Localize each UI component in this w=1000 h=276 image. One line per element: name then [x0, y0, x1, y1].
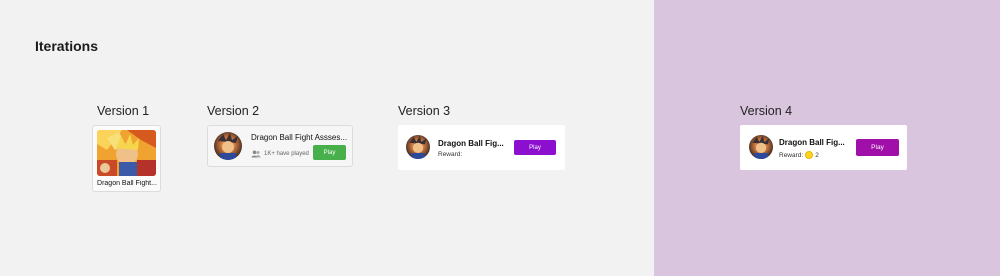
game-name: Dragon Ball Fig...: [779, 138, 845, 147]
reward-value: 2: [815, 151, 819, 159]
version-4-label: Version 4: [740, 104, 793, 118]
game-card-v3[interactable]: Dragon Ball Fig... Reward: Play: [398, 125, 565, 170]
game-card-v1[interactable]: Dragon Ball Fight...: [92, 125, 161, 192]
game-name: Dragon Ball Fight...: [97, 180, 157, 187]
game-avatar: [406, 135, 430, 159]
game-card-v4[interactable]: Dragon Ball Fig... Reward: 2 Play: [740, 125, 907, 170]
play-button[interactable]: Play: [514, 140, 556, 155]
game-thumbnail: [97, 130, 156, 176]
coin-icon: [805, 151, 814, 159]
players-count-text: 1K+ have played: [264, 151, 309, 157]
game-name: Dragon Ball Fig...: [438, 139, 504, 148]
version-1-label: Version 1: [97, 104, 150, 118]
users-icon: [251, 145, 261, 163]
game-avatar: [749, 135, 773, 159]
reward-row: Reward: 2: [779, 150, 819, 160]
reward-label: Reward:: [438, 151, 463, 158]
version-3-label: Version 3: [398, 104, 451, 118]
game-card-v2[interactable]: Dragon Ball Fight Assses... 1K+ have pla…: [207, 125, 353, 167]
game-avatar: [214, 132, 242, 160]
game-name: Dragon Ball Fight Assses...: [251, 133, 348, 142]
play-button[interactable]: Play: [313, 145, 346, 160]
play-button[interactable]: Play: [856, 139, 899, 156]
reward-label: Reward:: [779, 151, 804, 159]
version-2-label: Version 2: [207, 104, 260, 118]
players-count: 1K+ have played: [251, 149, 309, 159]
page-title: Iterations: [35, 38, 99, 54]
